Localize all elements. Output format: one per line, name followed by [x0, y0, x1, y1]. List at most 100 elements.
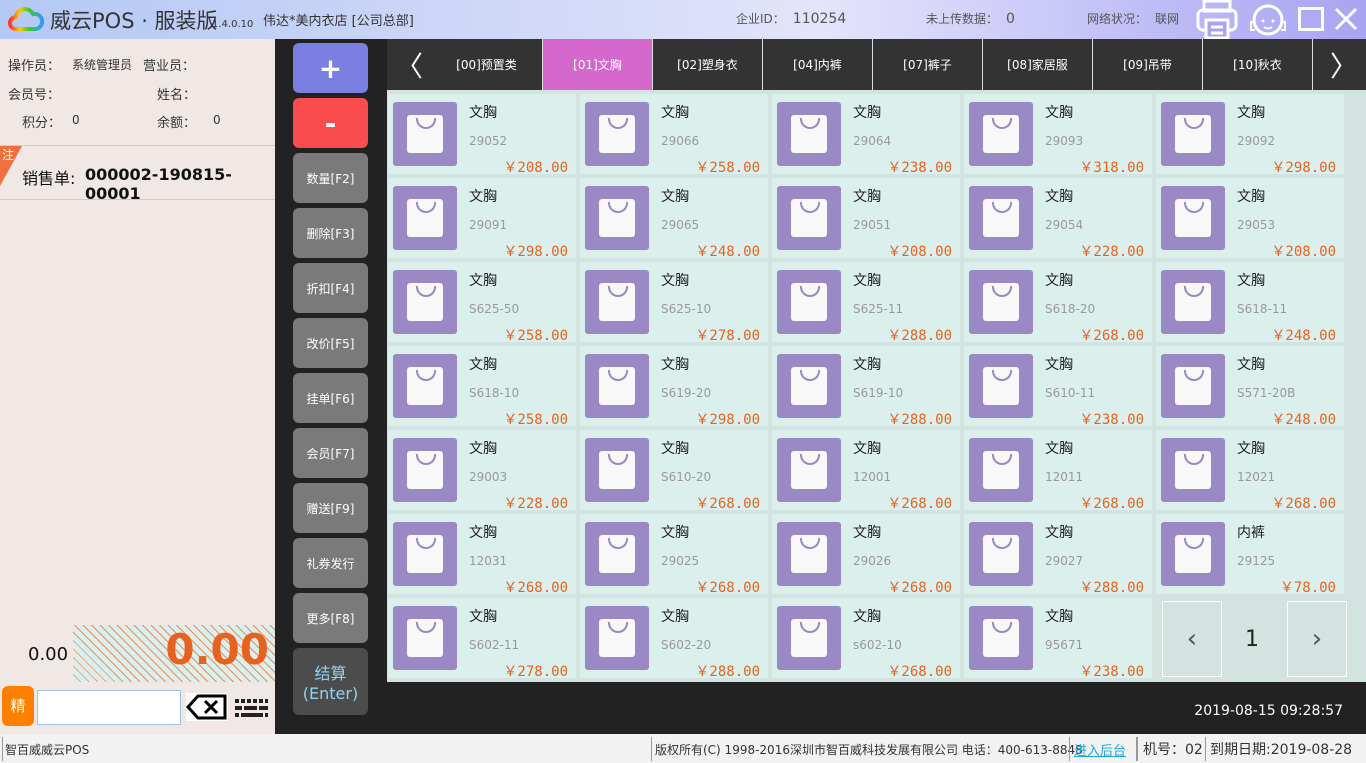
product-price: ￥288.00: [1079, 580, 1144, 596]
customer-service-icon[interactable]: [1248, 0, 1288, 39]
product-tile[interactable]: 文胸 S619-10 ￥288.00: [772, 346, 960, 428]
shopping-bag-icon: [777, 606, 841, 670]
product-tile[interactable]: 文胸 S625-11 ￥288.00: [772, 262, 960, 344]
tab-category[interactable]: [08]家居服: [983, 39, 1093, 90]
shopping-bag-icon: [393, 438, 457, 502]
total-amount: 0.00: [165, 625, 269, 674]
discount-button[interactable]: 折扣[F4]: [293, 263, 368, 313]
delete-button[interactable]: 删除[F3]: [293, 208, 368, 258]
product-price: ￥228.00: [1079, 244, 1144, 260]
product-name: 文胸: [469, 273, 497, 289]
product-price: ￥268.00: [503, 580, 568, 596]
reduce-quantity-button[interactable]: -: [293, 98, 368, 148]
product-name: 文胸: [853, 357, 881, 373]
product-name: 文胸: [469, 441, 497, 457]
product-tile[interactable]: 文胸 12001 ￥268.00: [772, 430, 960, 512]
product-tile[interactable]: 文胸 12011 ￥268.00: [964, 430, 1152, 512]
product-tile[interactable]: 文胸 S625-10 ￥278.00: [580, 262, 768, 344]
operator-value: 系统管理员: [72, 58, 133, 72]
product-tile[interactable]: 文胸 29092 ￥298.00: [1156, 94, 1344, 176]
tab-category[interactable]: [10]秋衣: [1203, 39, 1313, 90]
unsent-data: 未上传数据： 0: [926, 10, 1015, 27]
product-tile[interactable]: 文胸 S618-11 ￥248.00: [1156, 262, 1344, 344]
shopping-bag-icon: [777, 354, 841, 418]
product-code: 29053: [1237, 218, 1276, 232]
quantity-button[interactable]: 数量[F2]: [293, 153, 368, 203]
cloud-logo-icon: [8, 7, 44, 31]
product-tile[interactable]: 文胸 29027 ￥288.00: [964, 514, 1152, 596]
product-tile[interactable]: 文胸 12031 ￥268.00: [388, 514, 576, 596]
product-tile[interactable]: 文胸 29053 ￥208.00: [1156, 178, 1344, 260]
product-name: 文胸: [1237, 105, 1265, 121]
product-tile[interactable]: 文胸 12021 ￥268.00: [1156, 430, 1344, 512]
gift-button[interactable]: 赠送[F9]: [293, 483, 368, 533]
more-button[interactable]: 更多[F8]: [293, 593, 368, 643]
tab-category[interactable]: [07]裤子: [873, 39, 983, 90]
product-tile[interactable]: 文胸 29065 ￥248.00: [580, 178, 768, 260]
barcode-input[interactable]: [37, 690, 181, 725]
tab-category[interactable]: [04]内裤: [763, 39, 873, 90]
chevron-right-icon: ›: [1311, 624, 1323, 654]
enter-backend-link[interactable]: 进入后台: [1074, 740, 1126, 759]
printer-icon[interactable]: [1196, 0, 1238, 39]
product-tile[interactable]: 文胸 S571-20B ￥248.00: [1156, 346, 1344, 428]
product-price: ￥298.00: [695, 412, 760, 428]
product-price: ￥228.00: [503, 496, 568, 512]
product-price: ￥258.00: [503, 412, 568, 428]
product-tile[interactable]: 文胸 29064 ￥238.00: [772, 94, 960, 176]
add-quantity-button[interactable]: +: [293, 43, 368, 93]
product-tile[interactable]: 文胸 29052 ￥208.00: [388, 94, 576, 176]
product-tile[interactable]: 文胸 S602-11 ￥278.00: [388, 598, 576, 680]
maximize-icon[interactable]: [1298, 7, 1324, 31]
product-tile[interactable]: 文胸 S618-20 ￥268.00: [964, 262, 1152, 344]
product-code: S571-20B: [1237, 386, 1296, 400]
product-tile[interactable]: 文胸 29093 ￥318.00: [964, 94, 1152, 176]
product-price: ￥238.00: [1079, 412, 1144, 428]
product-tile[interactable]: 文胸 s602-10 ￥268.00: [772, 598, 960, 680]
page-next-button[interactable]: ›: [1287, 601, 1347, 677]
product-tile[interactable]: 文胸 29025 ￥268.00: [580, 514, 768, 596]
shopping-bag-icon: [393, 522, 457, 586]
product-tile[interactable]: 文胸 29066 ￥258.00: [580, 94, 768, 176]
product-code: 29003: [469, 470, 508, 484]
product-price: ￥248.00: [1271, 412, 1336, 428]
page-prev-button[interactable]: ‹: [1162, 601, 1222, 677]
product-tile[interactable]: 文胸 29054 ￥228.00: [964, 178, 1152, 260]
shopping-bag-icon: [969, 270, 1033, 334]
product-tile[interactable]: 文胸 29026 ￥268.00: [772, 514, 960, 596]
product-price: ￥238.00: [887, 160, 952, 176]
hold-order-button[interactable]: 挂单[F6]: [293, 373, 368, 423]
precise-search-button[interactable]: 精: [2, 686, 34, 726]
product-price: ￥78.00: [1279, 580, 1336, 596]
product-code: S602-11: [469, 638, 520, 652]
member-button[interactable]: 会员[F7]: [293, 428, 368, 478]
product-tile[interactable]: 内裤 29125 ￥78.00: [1156, 514, 1344, 596]
product-tile[interactable]: 文胸 29091 ￥298.00: [388, 178, 576, 260]
change-price-button[interactable]: 改价[F5]: [293, 318, 368, 368]
product-tile[interactable]: 文胸 29003 ￥228.00: [388, 430, 576, 512]
chevron-left-icon: ‹: [1186, 624, 1198, 654]
product-tile[interactable]: 文胸 S602-20 ￥288.00: [580, 598, 768, 680]
shopping-bag-icon: [969, 606, 1033, 670]
tab-category[interactable]: [00]预置类: [431, 39, 543, 90]
tab-category[interactable]: [01]文胸: [543, 39, 653, 90]
tab-category[interactable]: [02]塑身衣: [653, 39, 763, 90]
close-icon[interactable]: [1334, 7, 1358, 31]
tabs-next-arrow-icon[interactable]: 〉: [1322, 39, 1366, 90]
backspace-icon[interactable]: [186, 693, 228, 721]
product-tile[interactable]: 文胸 S618-10 ￥258.00: [388, 346, 576, 428]
product-tile[interactable]: 文胸 95671 ￥238.00: [964, 598, 1152, 680]
coupon-issue-button[interactable]: 礼券发行: [293, 538, 368, 588]
tab-category[interactable]: [09]吊带: [1093, 39, 1203, 90]
product-price: ￥268.00: [1079, 328, 1144, 344]
checkout-label: 结算: [314, 664, 347, 683]
product-tile[interactable]: 文胸 S625-50 ￥258.00: [388, 262, 576, 344]
checkout-button[interactable]: 结算 (Enter): [293, 648, 368, 715]
product-tile[interactable]: 文胸 S610-11 ￥238.00: [964, 346, 1152, 428]
tabs-prev-arrow-icon[interactable]: 〈: [387, 39, 431, 90]
product-tile[interactable]: 文胸 S619-20 ￥298.00: [580, 346, 768, 428]
product-tile[interactable]: 文胸 S610-20 ￥268.00: [580, 430, 768, 512]
product-tile[interactable]: 文胸 29051 ￥208.00: [772, 178, 960, 260]
product-code: 29052: [469, 134, 508, 148]
keyboard-icon[interactable]: [233, 696, 269, 720]
